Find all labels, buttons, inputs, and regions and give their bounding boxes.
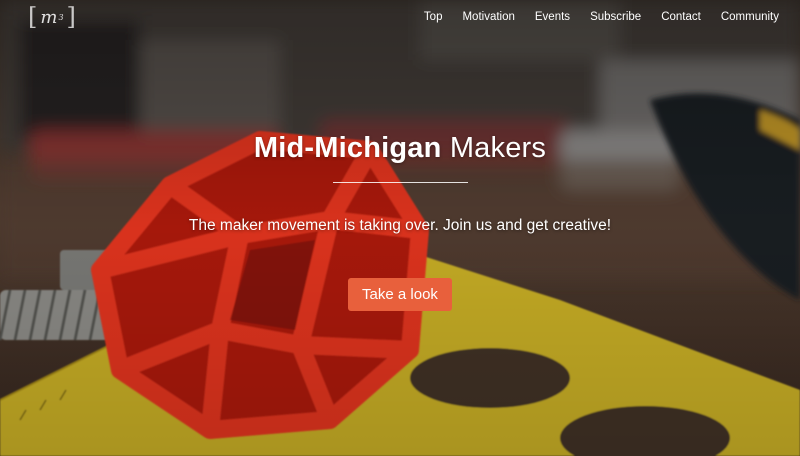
- logo-superscript: 3: [58, 12, 65, 22]
- nav-link-community[interactable]: Community: [721, 11, 779, 23]
- site-logo[interactable]: [ m3 ]: [26, 3, 79, 31]
- nav-link-top[interactable]: Top: [424, 11, 443, 23]
- nav-link-subscribe[interactable]: Subscribe: [590, 11, 641, 23]
- take-a-look-button[interactable]: Take a look: [348, 278, 452, 311]
- nav-link-motivation[interactable]: Motivation: [462, 11, 514, 23]
- hero-tagline: The maker movement is taking over. Join …: [188, 217, 612, 234]
- top-navigation: [ m3 ] Top Motivation Events Subscribe C…: [0, 0, 800, 34]
- hero-section: [ m3 ] Top Motivation Events Subscribe C…: [0, 0, 800, 456]
- hero-title: Mid-Michigan Makers: [0, 132, 800, 165]
- hero-content: Mid-Michigan Makers The maker movement i…: [0, 132, 800, 311]
- nav-menu: Top Motivation Events Subscribe Contact …: [404, 11, 779, 23]
- nav-link-events[interactable]: Events: [535, 11, 570, 23]
- nav-link-contact[interactable]: Contact: [661, 11, 701, 23]
- hero-title-strong: Mid-Michigan: [253, 132, 442, 164]
- logo-bracket-left: [: [28, 3, 39, 31]
- logo-bracket-right: ]: [66, 3, 77, 31]
- hero-title-light: Makers: [449, 132, 547, 164]
- title-divider: [332, 182, 468, 183]
- logo-text: m: [40, 6, 59, 28]
